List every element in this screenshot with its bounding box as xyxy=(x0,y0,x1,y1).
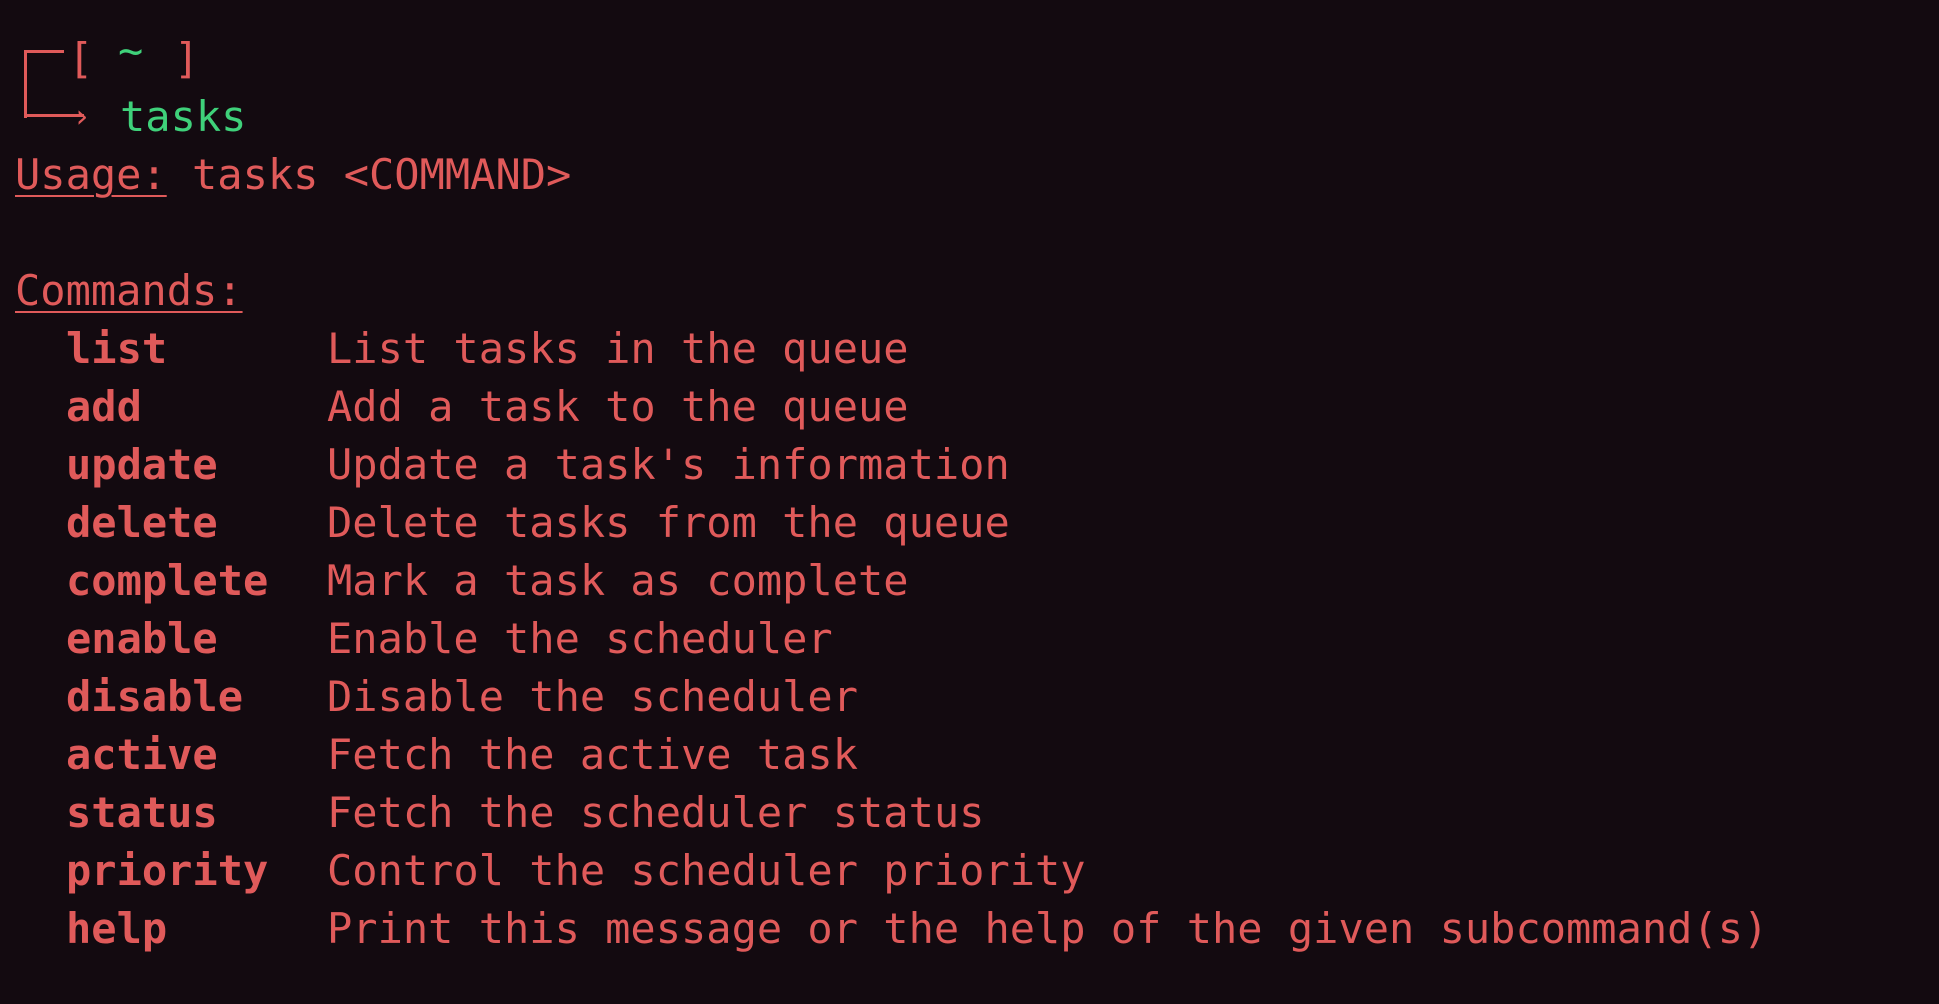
prompt-bracket-close: ] xyxy=(174,34,200,83)
prompt-bracket-open: [ xyxy=(68,34,94,83)
entered-command: tasks xyxy=(120,92,247,141)
command-name: status xyxy=(66,788,218,837)
usage-line: Usage: tasks <COMMAND> xyxy=(15,146,571,204)
command-name: add xyxy=(66,382,142,431)
command-description: List tasks in the queue xyxy=(327,324,909,373)
command-name: complete xyxy=(66,556,269,605)
command-name: help xyxy=(66,904,168,953)
command-name: update xyxy=(66,440,218,489)
command-description: Disable the scheduler xyxy=(327,672,859,721)
command-description: Update a task's information xyxy=(327,440,1010,489)
command-description: Fetch the scheduler status xyxy=(327,788,985,837)
prompt-arrow-icon: › xyxy=(72,97,92,135)
command-name: priority xyxy=(66,846,269,895)
command-name: active xyxy=(66,730,218,779)
usage-text: tasks <COMMAND> xyxy=(192,150,572,199)
commands-heading-label: Commands: xyxy=(15,266,243,315)
prompt-box-line xyxy=(24,50,64,118)
commands-heading: Commands: xyxy=(15,262,243,320)
terminal-window[interactable]: › [ ~ ] tasks Usage: tasks <COMMAND> Com… xyxy=(0,0,1939,1004)
command-description: Control the scheduler priority xyxy=(327,846,1086,895)
command-description: Mark a task as complete xyxy=(327,556,909,605)
command-name: delete xyxy=(66,498,218,547)
prompt-directory: ~ xyxy=(118,26,144,75)
command-description: Add a task to the queue xyxy=(327,382,909,431)
command-description: Print this message or the help of the gi… xyxy=(327,904,1769,953)
command-name: disable xyxy=(66,672,244,721)
command-description: Enable the scheduler xyxy=(327,614,833,663)
command-name: enable xyxy=(66,614,218,663)
usage-label: Usage: xyxy=(15,150,167,199)
command-name: list xyxy=(66,324,168,373)
command-description: Fetch the active task xyxy=(327,730,859,779)
command-description: Delete tasks from the queue xyxy=(327,498,1010,547)
